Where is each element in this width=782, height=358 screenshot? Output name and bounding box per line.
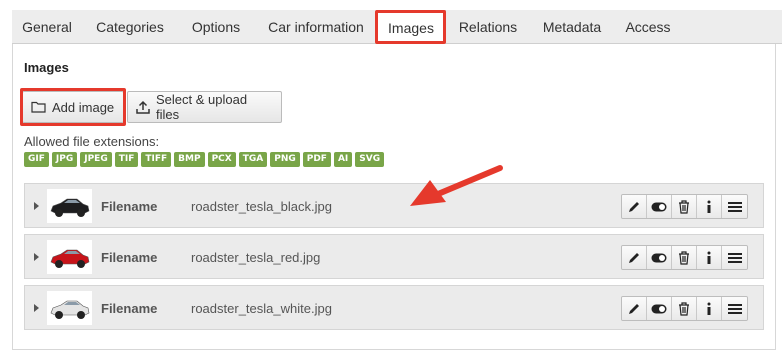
extension-badge: TGA — [238, 152, 268, 167]
menu-icon — [727, 303, 742, 314]
toggle-button[interactable] — [647, 246, 672, 269]
allowed-extensions-label: Allowed file extensions: — [24, 134, 160, 149]
image-row[interactable]: Filename roadster_tesla_white.jpg — [24, 285, 764, 330]
info-button[interactable] — [697, 246, 722, 269]
image-row[interactable]: Filename roadster_tesla_red.jpg — [24, 234, 764, 279]
extension-badge: SVG — [355, 152, 385, 167]
filename-label: Filename — [101, 250, 158, 265]
info-icon — [707, 251, 711, 264]
tab-relations[interactable]: Relations — [448, 10, 528, 44]
toggle-icon — [651, 304, 667, 313]
caret-right-icon[interactable] — [34, 253, 39, 261]
drag-handle[interactable] — [722, 246, 747, 269]
arrow-annotation — [410, 165, 503, 206]
delete-button[interactable] — [672, 195, 697, 218]
car-thumbnail[interactable] — [47, 189, 92, 223]
delete-button[interactable] — [672, 246, 697, 269]
drag-handle[interactable] — [722, 195, 747, 218]
extension-badge: PNG — [270, 152, 300, 167]
edit-button[interactable] — [622, 195, 647, 218]
section-title: Images — [24, 60, 69, 75]
extension-badge: JPEG — [80, 152, 112, 167]
extension-badge: PDF — [302, 152, 331, 167]
info-icon — [707, 200, 711, 213]
row-actions — [621, 194, 748, 219]
info-button[interactable] — [697, 297, 722, 320]
tab-car-information[interactable]: Car information — [256, 10, 376, 44]
add-image-label: Add image — [52, 99, 115, 115]
filename-value: roadster_tesla_white.jpg — [191, 301, 332, 316]
tab-bar: General Categories Options Car informati… — [12, 10, 782, 45]
info-icon — [707, 302, 711, 315]
select-upload-button[interactable]: Select & upload files — [127, 91, 282, 123]
caret-right-icon[interactable] — [34, 304, 39, 312]
trash-icon — [679, 301, 689, 316]
pencil-icon — [629, 303, 639, 314]
select-upload-label: Select & upload files — [156, 92, 248, 122]
extension-badge: TIF — [114, 152, 139, 167]
extension-badge: TIFF — [141, 152, 172, 167]
toggle-button[interactable] — [647, 297, 672, 320]
caret-right-icon[interactable] — [34, 202, 39, 210]
toggle-icon — [651, 202, 667, 211]
filename-label: Filename — [101, 199, 158, 214]
filename-label: Filename — [101, 301, 158, 316]
extension-badge: BMP — [174, 152, 205, 167]
extension-badge: GIF — [24, 152, 49, 167]
tab-categories[interactable]: Categories — [84, 10, 176, 44]
edit-button[interactable] — [622, 297, 647, 320]
extension-badge: AI — [333, 152, 353, 167]
drag-handle[interactable] — [722, 297, 747, 320]
row-actions — [621, 296, 748, 321]
extension-badges: GIF JPG JPEG TIF TIFF BMP PCX TGA PNG PD… — [24, 152, 385, 167]
extension-badge: PCX — [207, 152, 236, 167]
pencil-icon — [629, 201, 639, 212]
filename-value: roadster_tesla_red.jpg — [191, 250, 321, 265]
car-thumbnail[interactable] — [47, 291, 92, 325]
trash-icon — [679, 250, 689, 265]
pencil-icon — [629, 252, 639, 263]
info-button[interactable] — [697, 195, 722, 218]
delete-button[interactable] — [672, 297, 697, 320]
trash-icon — [679, 199, 689, 214]
toggle-button[interactable] — [647, 195, 672, 218]
tab-options[interactable]: Options — [178, 10, 254, 44]
menu-icon — [727, 201, 742, 212]
edit-button[interactable] — [622, 246, 647, 269]
car-thumbnail[interactable] — [47, 240, 92, 274]
upload-icon — [136, 100, 150, 114]
tab-metadata[interactable]: Metadata — [530, 10, 614, 44]
extension-badge: JPG — [51, 152, 78, 167]
tab-access[interactable]: Access — [616, 10, 680, 44]
tab-general[interactable]: General — [12, 10, 82, 44]
tab-images[interactable]: Images — [376, 10, 446, 45]
row-actions — [621, 245, 748, 270]
image-row[interactable]: Filename roadster_tesla_black.jpg — [24, 183, 764, 228]
add-image-button[interactable]: Add image — [22, 91, 124, 123]
folder-icon — [31, 101, 46, 113]
menu-icon — [727, 252, 742, 263]
filename-value: roadster_tesla_black.jpg — [191, 199, 332, 214]
toggle-icon — [651, 253, 667, 262]
